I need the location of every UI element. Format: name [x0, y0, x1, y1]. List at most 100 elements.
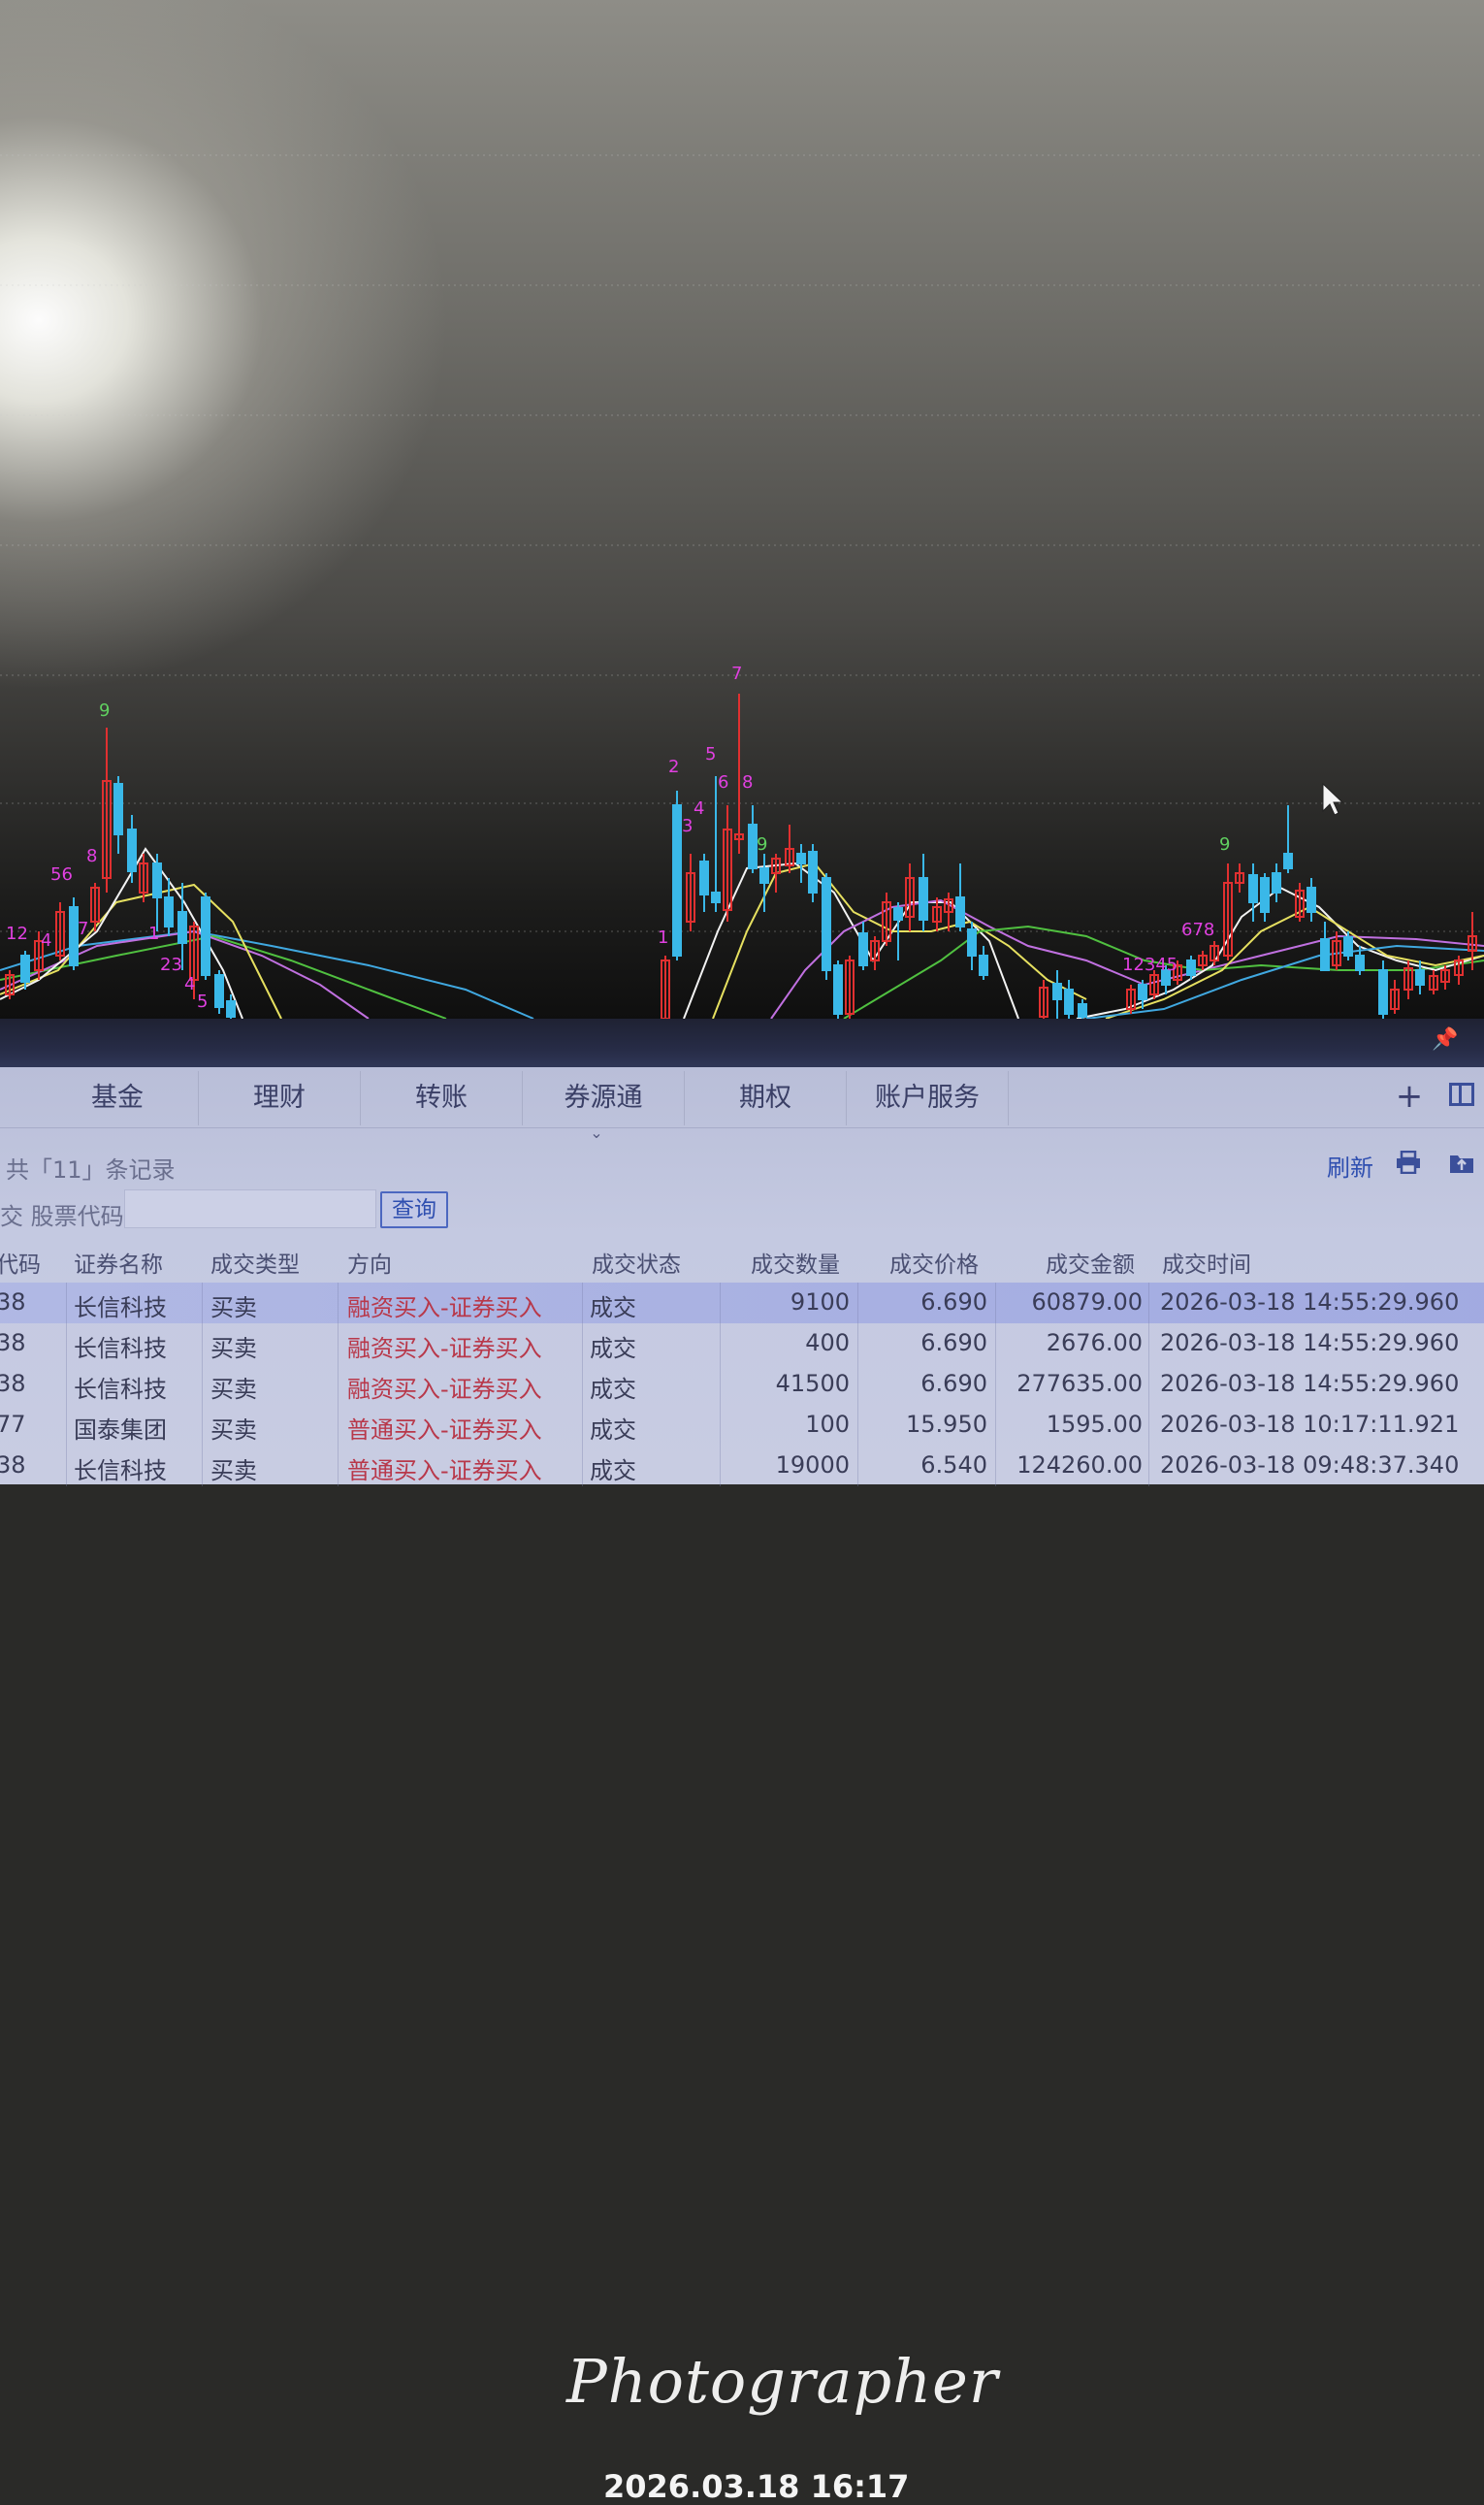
cell-status: 成交	[590, 1457, 636, 1484]
candlesticks	[5, 694, 1477, 1020]
label-12: 12	[6, 924, 28, 944]
label-mid-2: 2	[668, 757, 679, 777]
header-time[interactable]: 成交时间	[1162, 1246, 1251, 1279]
candle-body	[893, 907, 903, 921]
print-icon[interactable]	[1395, 1151, 1422, 1174]
cell-amount: 60879.00	[1031, 1288, 1143, 1316]
table-row[interactable]: 38 长信科技 买卖 融资买入-证券买入 成交 41500 6.690 277635.00 20…	[0, 1364, 1484, 1405]
label-right-12345: 12345	[1122, 955, 1178, 975]
candle-body	[858, 932, 868, 966]
candle-body	[967, 928, 977, 957]
cell-name: 长信科技	[74, 1376, 167, 1403]
cell-type: 买卖	[210, 1294, 257, 1321]
cell-status: 成交	[590, 1335, 636, 1362]
candle-body	[979, 955, 988, 976]
candle-body	[711, 892, 721, 903]
candle-body	[1283, 853, 1293, 869]
candle-body	[672, 804, 682, 957]
cell-amount: 2676.00	[1046, 1329, 1143, 1356]
cell-qty: 400	[805, 1329, 850, 1356]
column-divider	[338, 1405, 339, 1446]
chart-panel-divider[interactable]	[0, 1019, 1484, 1067]
cell-code: 77	[0, 1411, 26, 1438]
cell-name: 长信科技	[74, 1457, 167, 1484]
candle-body	[1052, 983, 1062, 1000]
header-code[interactable]: 代码	[0, 1246, 41, 1279]
column-divider	[582, 1446, 583, 1486]
cell-direction: 融资买入-证券买入	[347, 1294, 542, 1321]
candle-body	[1272, 872, 1281, 894]
ma-line-yellow-mid	[712, 862, 1087, 1020]
label-9: 9	[99, 700, 110, 721]
column-divider	[582, 1364, 583, 1405]
header-name[interactable]: 证券名称	[74, 1246, 163, 1279]
label-7: 7	[78, 919, 88, 939]
tab-transfer[interactable]: 转账	[361, 1071, 523, 1125]
pin-icon[interactable]: 📌	[1432, 1026, 1459, 1054]
trade-panel: 基金 理财 转账 券源通 期权 账户服务 ⌄ + 共「11」条记录 刷新 交 股…	[0, 1067, 1484, 2505]
table-row[interactable]: 38 长信科技 买卖 融资买入-证券买入 成交 400 6.690 2676.00 2026-0…	[0, 1323, 1484, 1364]
cell-code: 38	[0, 1451, 26, 1479]
column-divider	[338, 1446, 339, 1486]
cell-direction: 融资买入-证券买入	[347, 1376, 542, 1403]
header-qty[interactable]: 成交数量	[751, 1246, 840, 1279]
tab-fund[interactable]: 基金	[37, 1071, 199, 1125]
candle-body	[1343, 936, 1353, 957]
header-price[interactable]: 成交价格	[889, 1246, 979, 1279]
cell-qty: 19000	[775, 1451, 850, 1479]
table-row[interactable]: 77 国泰集团 买卖 普通买入-证券买入 成交 100 15.950 1595.00 2026-…	[0, 1405, 1484, 1446]
cell-price: 6.540	[920, 1451, 987, 1479]
kline-chart-area[interactable]: 9 56 8 12 4 7 1 23 4 5 1 2 3 4 5 6 7 8 9…	[0, 0, 1484, 1028]
photographer-watermark: Photographer	[566, 2346, 999, 2417]
label-5: 5	[197, 992, 208, 1012]
column-divider	[1148, 1364, 1149, 1405]
header-type[interactable]: 成交类型	[210, 1246, 300, 1279]
cell-type: 买卖	[210, 1335, 257, 1362]
cell-amount: 124260.00	[1016, 1451, 1143, 1479]
candle-body	[1138, 984, 1147, 1000]
header-amount[interactable]: 成交金额	[1046, 1246, 1135, 1279]
candle-body	[1260, 877, 1270, 913]
candle-body	[748, 824, 758, 869]
candle-body	[152, 862, 162, 898]
header-direction[interactable]: 方向	[347, 1246, 392, 1279]
refresh-button[interactable]: 刷新	[1327, 1149, 1373, 1183]
candle-body	[1320, 938, 1330, 971]
table-row[interactable]: 38 长信科技 买卖 融资买入-证券买入 成交 9100 6.690 60879.00 2026…	[0, 1283, 1484, 1323]
column-divider	[202, 1446, 203, 1486]
candle-body	[69, 906, 79, 966]
layout-icon[interactable]	[1449, 1083, 1474, 1106]
cell-time: 2026-03-18 09:48:37.340	[1160, 1451, 1460, 1479]
header-status[interactable]: 成交状态	[592, 1246, 681, 1279]
stock-code-input[interactable]	[124, 1189, 376, 1228]
add-tab-button[interactable]: +	[1393, 1075, 1426, 1118]
column-divider	[1148, 1283, 1149, 1323]
column-divider	[202, 1323, 203, 1364]
label-mid-4: 4	[694, 798, 704, 819]
tab-securities-source[interactable]: 券源通	[523, 1071, 685, 1125]
stock-code-label: 交 股票代码	[0, 1203, 124, 1230]
timestamp-watermark: 2026.03.18 16:17	[603, 2468, 910, 2505]
candle-body	[833, 964, 843, 1015]
label-mid-1: 1	[658, 927, 668, 948]
candle-body	[177, 911, 187, 944]
export-icon[interactable]	[1449, 1151, 1474, 1174]
table-row[interactable]: 38 长信科技 买卖 普通买入-证券买入 成交 19000 6.540 124260.00 20…	[0, 1446, 1484, 1486]
label-mid-7: 7	[731, 664, 742, 684]
query-button[interactable]: 查询	[380, 1191, 448, 1228]
column-divider	[66, 1364, 67, 1405]
tab-wealth[interactable]: 理财	[199, 1071, 361, 1125]
column-divider	[995, 1405, 996, 1446]
label-mid-3: 3	[682, 816, 693, 836]
candle-body	[1378, 969, 1388, 1015]
cell-name: 长信科技	[74, 1294, 167, 1321]
tab-account-service[interactable]: 账户服务	[847, 1071, 1009, 1125]
chevron-down-icon[interactable]: ⌄	[582, 1123, 611, 1143]
tab-options[interactable]: 期权	[685, 1071, 847, 1125]
cell-name: 国泰集团	[74, 1416, 167, 1444]
cell-qty: 41500	[775, 1370, 850, 1397]
candle-body	[919, 877, 928, 921]
kline-chart[interactable]: 9 56 8 12 4 7 1 23 4 5 1 2 3 4 5 6 7 8 9…	[0, 0, 1484, 1028]
column-divider	[1148, 1446, 1149, 1486]
candle-body	[1248, 874, 1258, 903]
